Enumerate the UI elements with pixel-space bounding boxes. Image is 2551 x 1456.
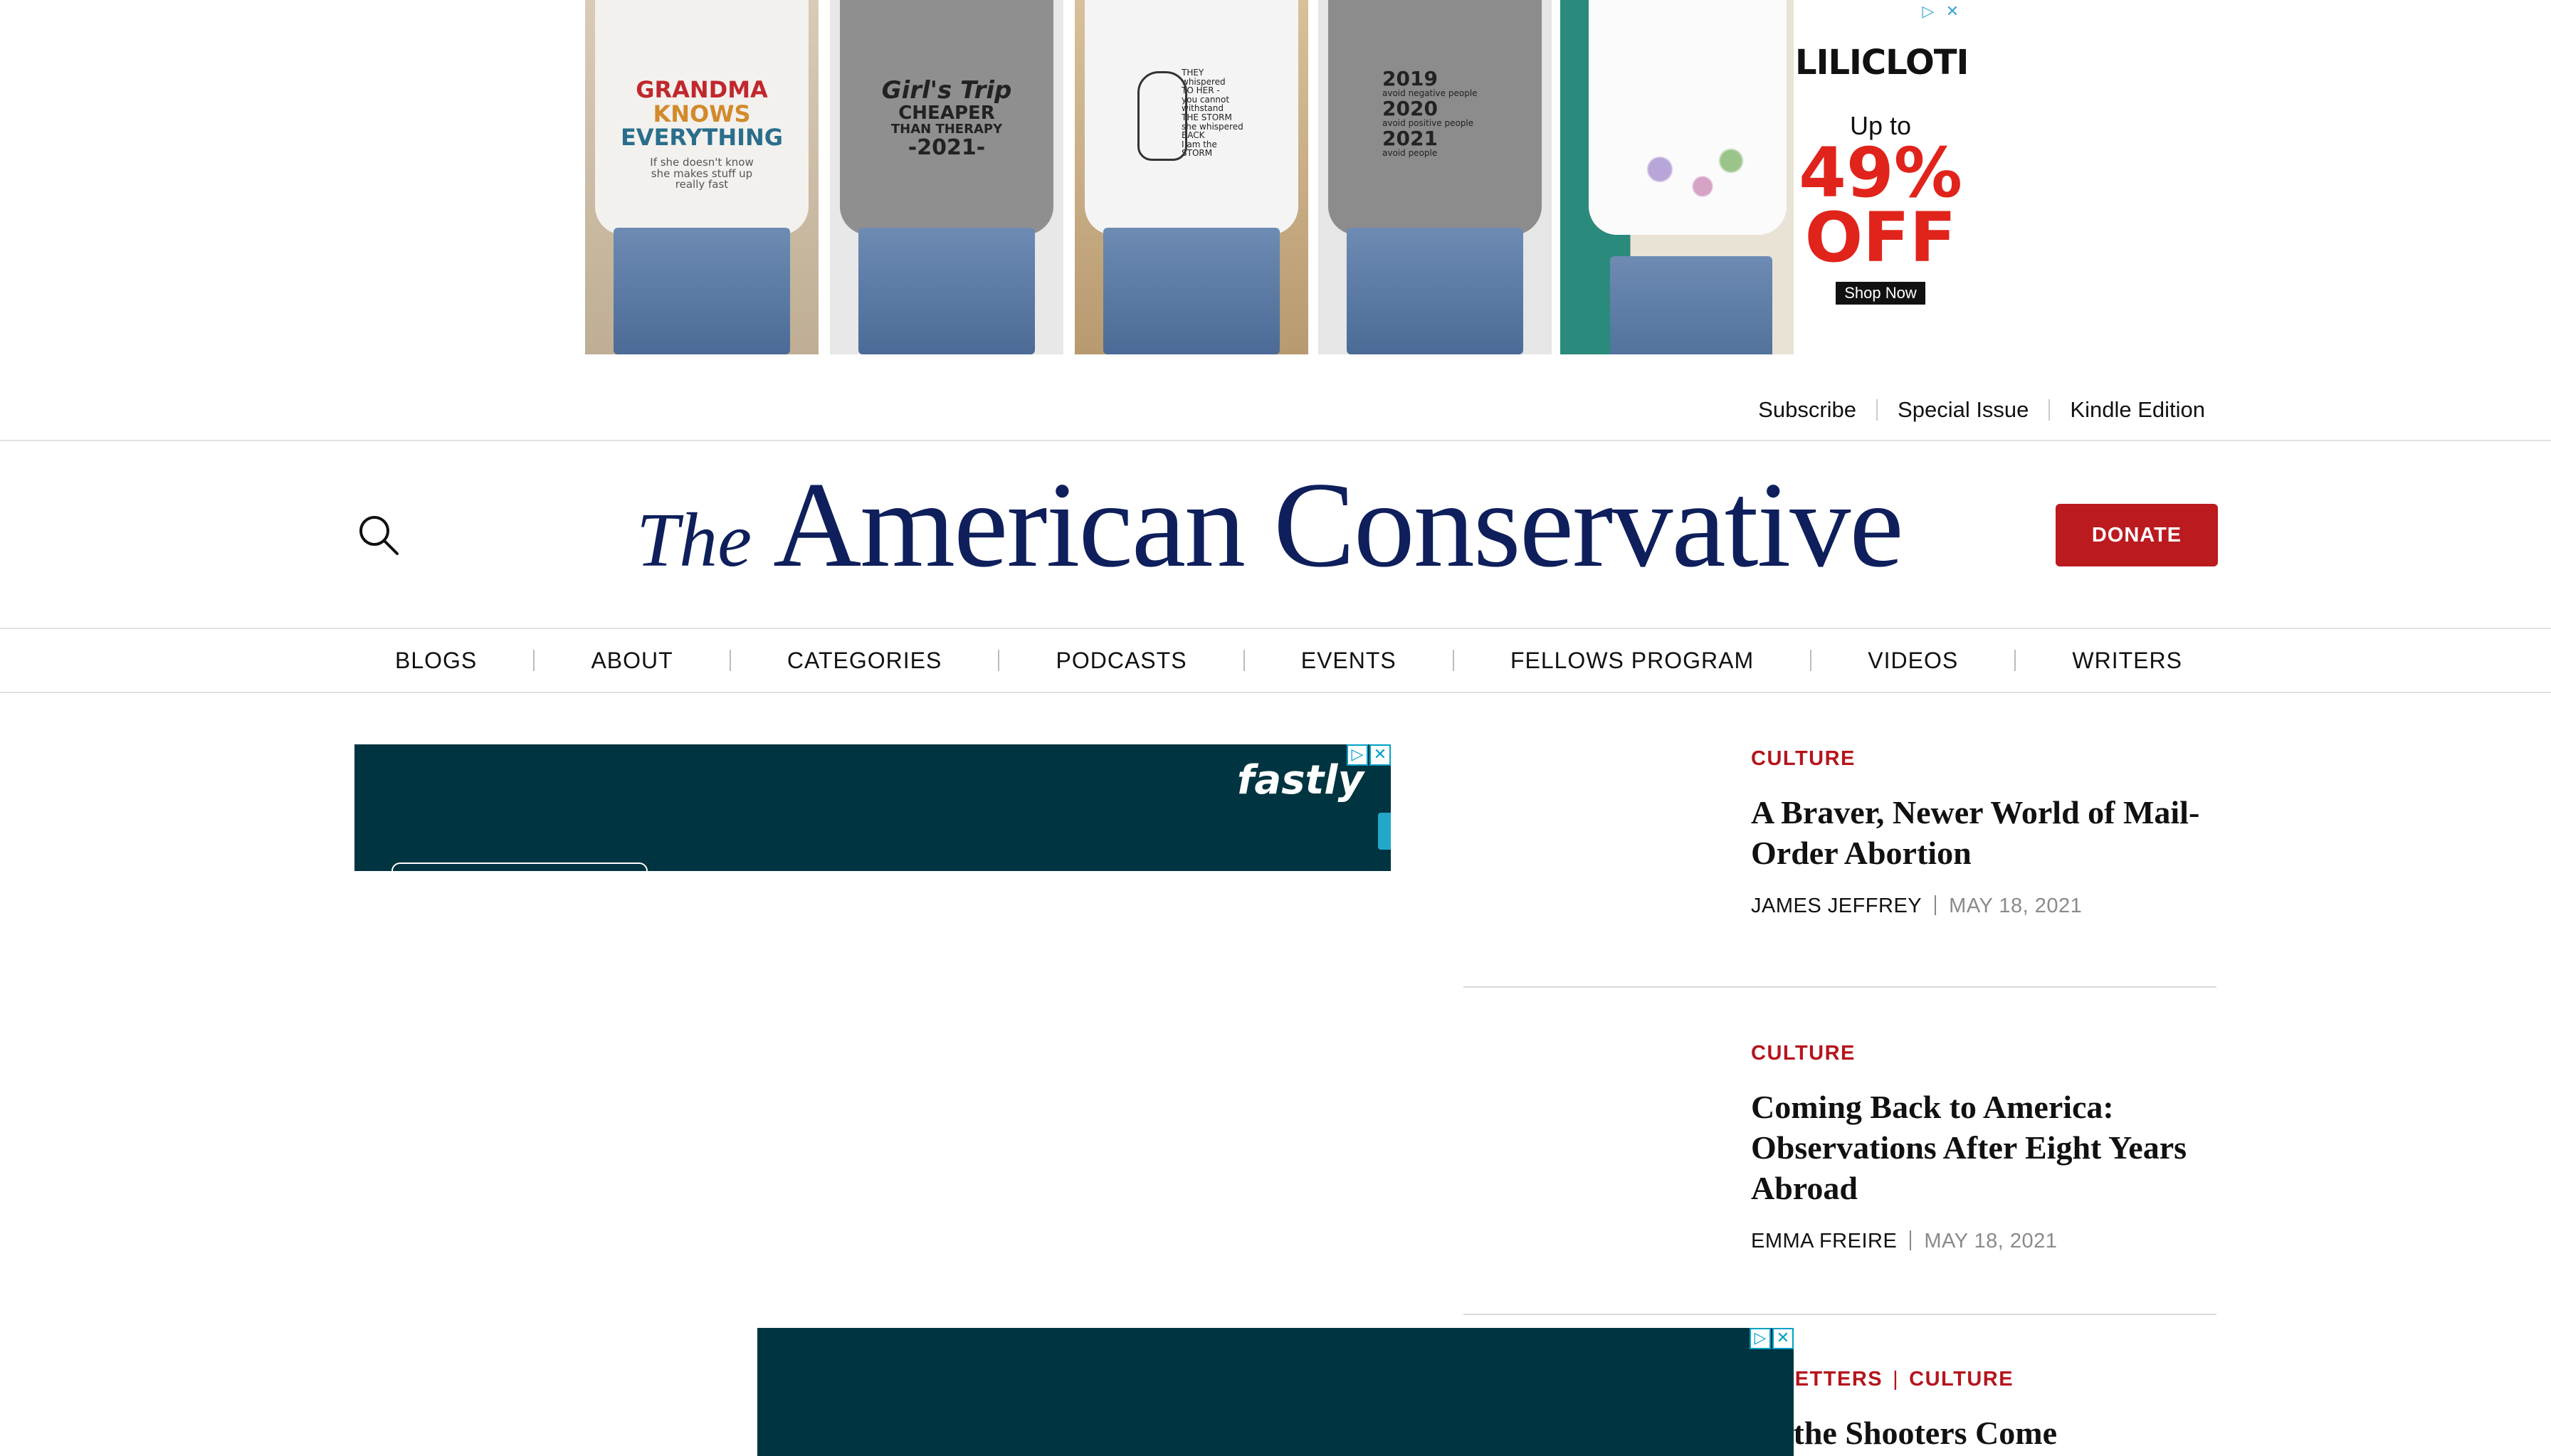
nav-item-podcasts[interactable]: PODCASTS bbox=[1018, 648, 1226, 674]
header-divider bbox=[0, 440, 2551, 441]
article-date: MAY 18, 2021 bbox=[1949, 895, 2083, 917]
ad-print-line: -2021- bbox=[908, 134, 986, 160]
divider bbox=[1452, 650, 1454, 671]
ad-product-panel[interactable]: GRANDMA KNOWS EVERYTHING If she doesn't … bbox=[585, 0, 819, 354]
ad-print-line: 2020 bbox=[1382, 96, 1438, 120]
nav-item-about[interactable]: ABOUT bbox=[552, 648, 711, 674]
ad-print-line: KNOWS bbox=[653, 100, 751, 127]
ad-tab bbox=[1378, 813, 1391, 850]
donate-button[interactable]: DONATE bbox=[2056, 504, 2218, 566]
ad-print-line: BACK bbox=[1182, 130, 1205, 141]
site-logo[interactable]: The American Conservative bbox=[636, 455, 1904, 593]
ad-print-line: TO HER - bbox=[1182, 85, 1220, 96]
fastly-logo: fastly bbox=[1237, 757, 1364, 803]
ad-product-panel[interactable]: 2019 avoid negative people 2020 avoid po… bbox=[1318, 0, 1552, 354]
category-link[interactable]: CULTURE bbox=[1751, 1042, 1856, 1065]
adchoices-icon[interactable]: ▷ bbox=[1347, 744, 1368, 766]
ad-print-line: avoid people bbox=[1382, 148, 1438, 159]
ad-pill-button[interactable] bbox=[391, 862, 648, 871]
ad-print-line: GRANDMA bbox=[636, 76, 768, 103]
divider bbox=[1810, 650, 1812, 671]
main-nav: BLOGS ABOUT CATEGORIES PODCASTS EVENTS F… bbox=[356, 629, 2221, 692]
search-icon[interactable] bbox=[356, 512, 400, 556]
nav-item-writers[interactable]: WRITERS bbox=[2034, 648, 2221, 674]
article-title[interactable]: Coming Back to America: Observations Aft… bbox=[1751, 1087, 2221, 1208]
ad-print-line: Girl's Trip bbox=[881, 76, 1012, 105]
author-link[interactable]: EMMA FREIRE bbox=[1751, 1230, 1897, 1252]
ad-product-panel[interactable]: THEY whispered TO HER - you cannot withs… bbox=[1075, 0, 1308, 354]
divider bbox=[998, 650, 1000, 671]
divider bbox=[729, 650, 731, 671]
divider: | bbox=[1893, 1368, 1900, 1391]
ad-close-icon[interactable]: ✕ bbox=[1942, 1, 1963, 23]
logo-the: The bbox=[636, 498, 752, 583]
ad-print-line: CHEAPER bbox=[898, 102, 995, 124]
divider bbox=[1935, 895, 1937, 915]
ad-print-line: STORM bbox=[1182, 148, 1213, 159]
article-card: CULTURE Coming Back to America: Observat… bbox=[1751, 1042, 2221, 1253]
ad-print-line: 2021 bbox=[1382, 126, 1438, 150]
article-divider bbox=[1463, 1314, 2216, 1315]
nav-item-blogs[interactable]: BLOGS bbox=[356, 648, 515, 674]
ad-shop-now-button[interactable]: Shop Now bbox=[1836, 282, 1925, 305]
ad-close-icon[interactable]: ✕ bbox=[1369, 744, 1391, 766]
divider bbox=[533, 650, 535, 671]
fastly-ad[interactable]: fastly ▷ ✕ bbox=[354, 744, 1391, 871]
ad-print-line: EVERYTHING bbox=[620, 124, 784, 152]
ad-print-small: really fast bbox=[675, 178, 729, 191]
ad-brand-panel[interactable]: LILICLOTH Up to 49% OFF Shop Now bbox=[1795, 0, 1966, 354]
ad-close-icon[interactable]: ✕ bbox=[1772, 1328, 1794, 1349]
ad-product-panel[interactable]: Girl's Trip CHEAPER THAN THERAPY -2021- bbox=[830, 0, 1063, 354]
floral-print bbox=[1617, 135, 1760, 221]
article-title[interactable]: A Braver, Newer World of Mail-Order Abor… bbox=[1751, 792, 2221, 873]
ad-print-line: 2019 bbox=[1382, 67, 1438, 90]
adchoices-icon[interactable]: ▷ bbox=[1918, 1, 1939, 23]
kindle-edition-link[interactable]: Kindle Edition bbox=[2070, 397, 2205, 423]
ad-print-line: THEY bbox=[1182, 68, 1204, 78]
bottom-banner-ad[interactable]: ▷ ✕ bbox=[757, 1328, 1794, 1456]
divider bbox=[1876, 399, 1878, 421]
skull-graphic bbox=[1137, 71, 1187, 161]
logo-name: American Conservative bbox=[773, 458, 1904, 593]
category-link[interactable]: CULTURE bbox=[1909, 1368, 2014, 1391]
subscribe-link[interactable]: Subscribe bbox=[1758, 397, 1856, 423]
ad-discount-percent: 49% bbox=[1799, 133, 1962, 213]
utility-nav: Subscribe Special Issue Kindle Edition bbox=[1758, 397, 2205, 423]
category-link[interactable]: CULTURE bbox=[1751, 747, 1856, 770]
top-banner-ad[interactable]: GRANDMA KNOWS EVERYTHING If she doesn't … bbox=[585, 0, 1966, 354]
author-link[interactable]: JAMES JEFFREY bbox=[1751, 895, 1922, 917]
ad-print-line: THE STORM bbox=[1182, 112, 1232, 122]
nav-item-videos[interactable]: VIDEOS bbox=[1829, 648, 1997, 674]
special-issue-link[interactable]: Special Issue bbox=[1898, 397, 2029, 423]
nav-bottom-divider bbox=[0, 692, 2551, 693]
ad-brand-logo: LILICLOTH bbox=[1795, 43, 1966, 83]
divider bbox=[2048, 399, 2051, 421]
article-card: CULTURE A Braver, Newer World of Mail-Or… bbox=[1751, 747, 2221, 918]
ad-off-text: OFF bbox=[1804, 198, 1957, 278]
divider bbox=[1910, 1230, 1912, 1250]
divider bbox=[1243, 650, 1245, 671]
adchoices-icon[interactable]: ▷ bbox=[1750, 1328, 1771, 1349]
nav-item-fellows-program[interactable]: FELLOWS PROGRAM bbox=[1472, 648, 1792, 674]
article-date: MAY 18, 2021 bbox=[1924, 1230, 2058, 1252]
divider bbox=[2014, 650, 2016, 671]
nav-item-categories[interactable]: CATEGORIES bbox=[749, 648, 980, 674]
nav-item-events[interactable]: EVENTS bbox=[1263, 648, 1435, 674]
article-divider bbox=[1463, 986, 2216, 988]
ad-product-panel[interactable] bbox=[1560, 0, 1794, 354]
